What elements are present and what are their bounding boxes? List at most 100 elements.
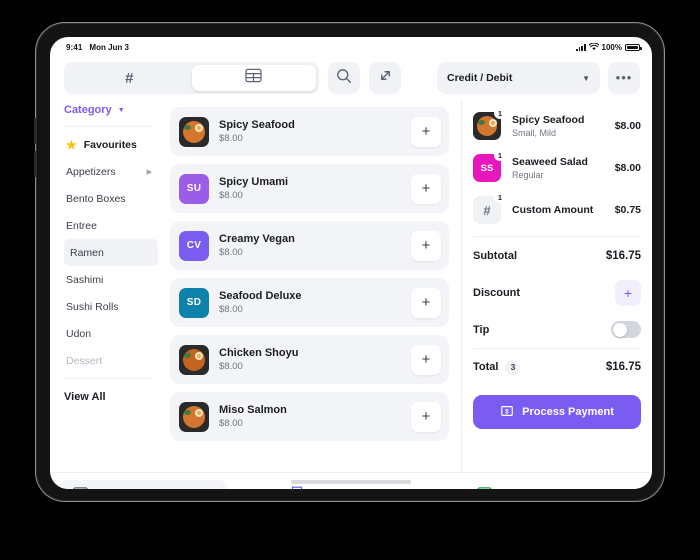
sidebar-item-label: Dessert bbox=[66, 354, 103, 367]
product-list[interactable]: Spicy Seafood $8.00 + SU Spicy Umami $8.… bbox=[160, 101, 461, 472]
volume-down-button[interactable] bbox=[34, 151, 37, 177]
chevron-down-icon: ▼ bbox=[117, 106, 125, 114]
product-initials-badge: CV bbox=[179, 230, 209, 261]
product-row[interactable]: Miso Salmon $8.00 + bbox=[170, 392, 449, 441]
sidebar-item-label: Bento Boxes bbox=[66, 192, 126, 205]
product-row[interactable]: CV Creamy Vegan $8.00 + bbox=[170, 221, 449, 270]
add-product-button[interactable]: + bbox=[411, 344, 441, 375]
ramen-bowl-photo bbox=[179, 401, 209, 432]
process-payment-button[interactable]: $ Process Payment bbox=[473, 395, 641, 429]
more-options-button[interactable]: ••• bbox=[608, 62, 640, 94]
product-info: Seafood Deluxe $8.00 bbox=[219, 290, 411, 315]
category-sidebar: Category ▼ ★ Favourites Appetizers ▶ Ben… bbox=[50, 101, 160, 472]
product-row[interactable]: Chicken Shoyu $8.00 + bbox=[170, 335, 449, 384]
sidebar-item-label: Ramen bbox=[70, 246, 104, 259]
volume-up-button[interactable] bbox=[34, 118, 37, 144]
tab-point-of-sale[interactable]: Point-of-Sale bbox=[59, 479, 227, 489]
product-price: $8.00 bbox=[219, 190, 243, 201]
search-button[interactable] bbox=[328, 62, 360, 94]
process-payment-label: Process Payment bbox=[522, 406, 614, 418]
total-item-count: 3 bbox=[505, 359, 521, 375]
sidebar-item-ramen[interactable]: Ramen bbox=[64, 239, 158, 266]
add-product-button[interactable]: + bbox=[411, 230, 441, 261]
product-name: Chicken Shoyu bbox=[219, 347, 299, 359]
receipt-icon bbox=[291, 486, 303, 489]
sidebar-item-dessert[interactable]: Dessert bbox=[64, 347, 158, 374]
sidebar-item-udon[interactable]: Udon bbox=[64, 320, 158, 347]
expand-diagonal-icon bbox=[378, 68, 393, 88]
search-icon bbox=[336, 68, 352, 89]
add-product-button[interactable]: + bbox=[411, 401, 441, 432]
cart-item-info: Seaweed Salad Regular bbox=[512, 156, 615, 180]
category-dropdown[interactable]: Category ▼ bbox=[64, 104, 152, 127]
tab-label: Point-of-Sale bbox=[96, 488, 164, 489]
product-name: Spicy Umami bbox=[219, 176, 289, 188]
cart-item-price: $8.00 bbox=[614, 162, 641, 174]
chevron-right-icon: ▶ bbox=[146, 168, 152, 176]
cart-item-option: Regular bbox=[512, 170, 544, 180]
catalog-pane: Category ▼ ★ Favourites Appetizers ▶ Ben… bbox=[50, 101, 462, 472]
product-row[interactable]: SU Spicy Umami $8.00 + bbox=[170, 164, 449, 213]
sidebar-item-label: Sashimi bbox=[66, 273, 104, 286]
subtotal-value: $16.75 bbox=[605, 249, 641, 262]
view-all-button[interactable]: View All bbox=[64, 378, 152, 403]
cart-item-name: Spicy Seafood bbox=[512, 114, 585, 126]
product-initials: SD bbox=[186, 297, 202, 308]
cart-item-option: Small, Mild bbox=[512, 128, 557, 138]
tab-connected[interactable]: $ Connected bbox=[463, 480, 571, 489]
total-label: Total bbox=[473, 361, 499, 373]
product-row[interactable]: SD Seafood Deluxe $8.00 + bbox=[170, 278, 449, 327]
status-indicators: 100% bbox=[576, 42, 642, 53]
add-product-button[interactable]: + bbox=[411, 287, 441, 318]
status-time: 9:41 bbox=[66, 43, 83, 52]
sidebar-item-label: Udon bbox=[66, 327, 92, 340]
add-product-button[interactable]: + bbox=[411, 116, 441, 147]
cart-item-initials: # bbox=[483, 202, 491, 218]
product-initials-badge: SD bbox=[179, 287, 209, 318]
keypad-hash-icon: # bbox=[125, 69, 134, 87]
product-name: Miso Salmon bbox=[219, 404, 287, 416]
cart-thumb-wrap: 1 bbox=[473, 107, 506, 140]
add-discount-button[interactable]: + bbox=[615, 279, 641, 306]
cart-item-initials: SS bbox=[480, 162, 494, 174]
cart-pane: 1 Spicy Seafood Small, Mild $8.00 SS 1 S… bbox=[462, 101, 652, 472]
tip-row: Tip bbox=[473, 311, 641, 348]
card-reader-icon: $ bbox=[477, 486, 492, 489]
product-price: $8.00 bbox=[219, 304, 243, 315]
segment-keypad[interactable]: # bbox=[67, 65, 192, 91]
wifi-icon bbox=[588, 42, 599, 53]
cart-row[interactable]: SS 1 Seaweed Salad Regular $8.00 bbox=[473, 147, 641, 189]
product-price: $8.00 bbox=[219, 418, 243, 429]
product-name: Spicy Seafood bbox=[219, 119, 295, 131]
add-product-button[interactable]: + bbox=[411, 173, 441, 204]
sidebar-item-appetizers[interactable]: Appetizers ▶ bbox=[64, 158, 158, 185]
cart-row[interactable]: 1 Spicy Seafood Small, Mild $8.00 bbox=[473, 105, 641, 147]
tip-label: Tip bbox=[473, 323, 490, 336]
view-mode-segmented-control[interactable]: # bbox=[64, 62, 319, 94]
sidebar-item-sashimi[interactable]: Sashimi bbox=[64, 266, 158, 293]
sidebar-item-sushi-rolls[interactable]: Sushi Rolls bbox=[64, 293, 158, 320]
grid-table-icon bbox=[245, 68, 262, 88]
chevron-down-icon: ▼ bbox=[582, 73, 590, 83]
expand-button[interactable] bbox=[369, 62, 401, 94]
sidebar-item-favourites[interactable]: ★ Favourites bbox=[64, 131, 158, 158]
sidebar-item-entree[interactable]: Entree bbox=[64, 212, 158, 239]
cart-item-price: $0.75 bbox=[614, 204, 641, 216]
segment-grid[interactable] bbox=[191, 65, 316, 91]
cart-item-name: Seaweed Salad bbox=[512, 156, 588, 168]
toggle-knob bbox=[612, 322, 627, 337]
cart-row[interactable]: # 1 Custom Amount $0.75 bbox=[473, 189, 641, 231]
tip-toggle[interactable] bbox=[611, 321, 641, 338]
cart-thumb-wrap: SS 1 bbox=[473, 149, 506, 182]
cart-item-info: Spicy Seafood Small, Mild bbox=[512, 114, 615, 138]
top-toolbar: # Credit / Debit ▼ ••• bbox=[50, 55, 652, 101]
cart-item-name: Custom Amount bbox=[512, 204, 594, 216]
battery-full-icon bbox=[625, 43, 642, 52]
product-name: Creamy Vegan bbox=[219, 233, 295, 245]
battery-percent: 100% bbox=[601, 43, 622, 52]
cart-header: Credit / Debit ▼ ••• bbox=[437, 62, 640, 94]
payment-method-select[interactable]: Credit / Debit ▼ bbox=[437, 62, 600, 94]
sidebar-item-bento-boxes[interactable]: Bento Boxes bbox=[64, 185, 158, 212]
total-value: $16.75 bbox=[605, 361, 641, 373]
product-row[interactable]: Spicy Seafood $8.00 + bbox=[170, 107, 449, 156]
